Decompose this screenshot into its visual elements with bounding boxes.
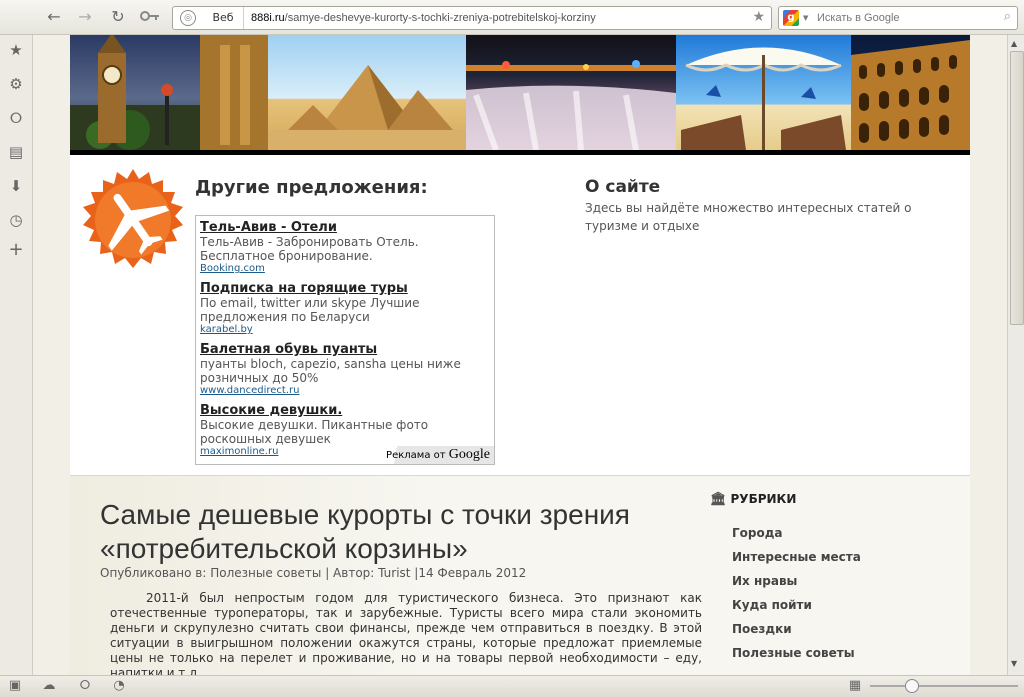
ad-url[interactable]: Booking.com bbox=[200, 263, 490, 275]
ad-desc: Высокие девушки. Пикантные фото роскошны… bbox=[200, 418, 429, 446]
rubric-link[interactable]: Куда пойти bbox=[732, 598, 812, 612]
bank-building-icon: 🏛 bbox=[710, 492, 727, 507]
zoom-knob[interactable] bbox=[905, 679, 919, 693]
ad-desc: Тель-Авив - Забронировать Отель. Бесплат… bbox=[200, 235, 419, 263]
ads-by-brand: Google bbox=[448, 447, 490, 462]
search-input[interactable]: Искать в Google bbox=[817, 7, 900, 29]
ad-title[interactable]: Подписка на горящие туры bbox=[200, 281, 490, 296]
search-bar[interactable]: g ▼ Искать в Google ⌕ bbox=[778, 6, 1018, 30]
rubric-link[interactable]: Города bbox=[732, 526, 783, 540]
banner-waterfall bbox=[466, 35, 676, 150]
offers-title: Другие предложения: bbox=[195, 177, 428, 198]
ad-title[interactable]: Балетная обувь пуанты bbox=[200, 342, 490, 357]
notes-icon[interactable]: ▤ bbox=[6, 142, 26, 162]
unite-icon[interactable]: ⭘ bbox=[76, 678, 94, 694]
about-title: О сайте bbox=[585, 177, 661, 197]
header-section: Другие предложения: Тель-Авив - Отели Те… bbox=[70, 155, 970, 475]
ad-desc: По email, twitter или skype Лучшие предл… bbox=[200, 296, 420, 324]
share-icon[interactable]: ⭘ bbox=[6, 108, 26, 128]
bookmark-star-icon[interactable]: ★ bbox=[752, 9, 765, 25]
url-domain: 888i.ru bbox=[251, 12, 285, 24]
web-page: Другие предложения: Тель-Авив - Отели Те… bbox=[33, 35, 1007, 675]
zoom-slider[interactable] bbox=[870, 685, 1018, 687]
star-icon[interactable]: ★ bbox=[6, 40, 26, 60]
cloud-icon[interactable]: ☁ bbox=[40, 678, 58, 694]
ads-by-prefix: Реклама от bbox=[386, 450, 446, 461]
banner-beach-umbrella bbox=[676, 35, 851, 150]
article-meta: Опубликовано в: Полезные советы | Автор:… bbox=[100, 566, 527, 580]
ad-url[interactable]: karabel.by bbox=[200, 324, 490, 336]
rubric-link[interactable]: Поездки bbox=[732, 622, 792, 636]
scroll-down-icon[interactable]: ▼ bbox=[1011, 659, 1017, 668]
banner-pyramids bbox=[268, 35, 466, 150]
reload-icon[interactable]: ↻ bbox=[107, 7, 129, 27]
history-icon[interactable]: ◷ bbox=[6, 210, 26, 230]
rubric-link[interactable]: Полезные советы bbox=[732, 646, 855, 660]
banner-big-ben bbox=[70, 35, 268, 150]
key-icon[interactable] bbox=[139, 7, 161, 27]
search-icon[interactable]: ⌕ bbox=[1004, 9, 1011, 24]
ad-item[interactable]: Балетная обувь пуанты пуанты bloch, cape… bbox=[200, 342, 490, 397]
speed-dial-icon[interactable]: ◔ bbox=[110, 678, 128, 694]
back-icon[interactable]: ← bbox=[43, 7, 65, 27]
rubrics-header: 🏛 РУБРИКИ bbox=[710, 492, 950, 507]
panel-toggle-icon[interactable]: ▣ bbox=[6, 678, 24, 694]
article-body: 2011-й был непростым годом для туристиче… bbox=[110, 591, 702, 675]
about-text: Здесь вы найдёте множество интересных ст… bbox=[585, 201, 912, 233]
browser-sidebar: ★ ⚙ ⭘ ▤ ⬇ ◷ + bbox=[0, 35, 33, 675]
ads-by-google[interactable]: Реклама от Google bbox=[386, 446, 494, 464]
forward-icon[interactable]: → bbox=[74, 7, 96, 27]
view-icon[interactable]: ▦ bbox=[846, 678, 864, 694]
ad-item[interactable]: Тель-Авив - Отели Тель-Авив - Заброниров… bbox=[200, 220, 490, 275]
ad-item[interactable]: Подписка на горящие туры По email, twitt… bbox=[200, 281, 490, 336]
article-title[interactable]: Самые дешевые курорты с точки зрения «по… bbox=[100, 498, 710, 566]
google-search-engine-icon[interactable]: g bbox=[783, 10, 799, 26]
engine-dropdown-icon[interactable]: ▼ bbox=[803, 14, 808, 22]
address-bar[interactable]: ◎ Веб 888i.ru/samye-deshevye-kurorty-s-t… bbox=[172, 6, 772, 30]
scroll-up-icon[interactable]: ▲ bbox=[1011, 39, 1017, 48]
browser-toolbar: ← → ↻ ◎ Веб 888i.ru/samye-deshevye-kuror… bbox=[0, 0, 1024, 35]
rubric-link[interactable]: Интересные места bbox=[732, 550, 861, 564]
download-icon[interactable]: ⬇ bbox=[6, 176, 26, 196]
vertical-scrollbar[interactable]: ▲ ▼ bbox=[1007, 35, 1024, 675]
globe-icon: ◎ bbox=[180, 10, 196, 26]
header-banner bbox=[70, 35, 970, 155]
rubric-link[interactable]: Их нравы bbox=[732, 574, 797, 588]
scrollbar-thumb[interactable] bbox=[1010, 51, 1024, 325]
status-bar: ▣ ☁ ⭘ ◔ ▦ bbox=[0, 675, 1024, 697]
zone-label[interactable]: Веб bbox=[203, 7, 244, 29]
url-text[interactable]: 888i.ru/samye-deshevye-kurorty-s-tochki-… bbox=[251, 7, 596, 29]
url-path: /samye-deshevye-kurorty-s-tochki-zreniya… bbox=[284, 12, 596, 24]
ad-title[interactable]: Тель-Авив - Отели bbox=[200, 220, 490, 235]
rubrics-title: РУБРИКИ bbox=[730, 492, 797, 506]
ad-title[interactable]: Высокие девушки. bbox=[200, 403, 490, 418]
rubrics-widget: 🏛 РУБРИКИ Города Интересные места Их нрав… bbox=[710, 492, 950, 660]
ad-desc: пуанты bloch, capezio, sansha цены ниже … bbox=[200, 357, 461, 385]
banner-colosseum bbox=[851, 35, 970, 150]
content-area: Самые дешевые курорты с точки зрения «по… bbox=[70, 475, 970, 675]
gear-icon[interactable]: ⚙ bbox=[6, 74, 26, 94]
ad-url[interactable]: www.dancedirect.ru bbox=[200, 385, 490, 397]
airplane-logo-icon[interactable] bbox=[82, 169, 184, 271]
ad-block: Тель-Авив - Отели Тель-Авив - Заброниров… bbox=[195, 215, 495, 465]
plus-icon[interactable]: + bbox=[6, 240, 26, 260]
